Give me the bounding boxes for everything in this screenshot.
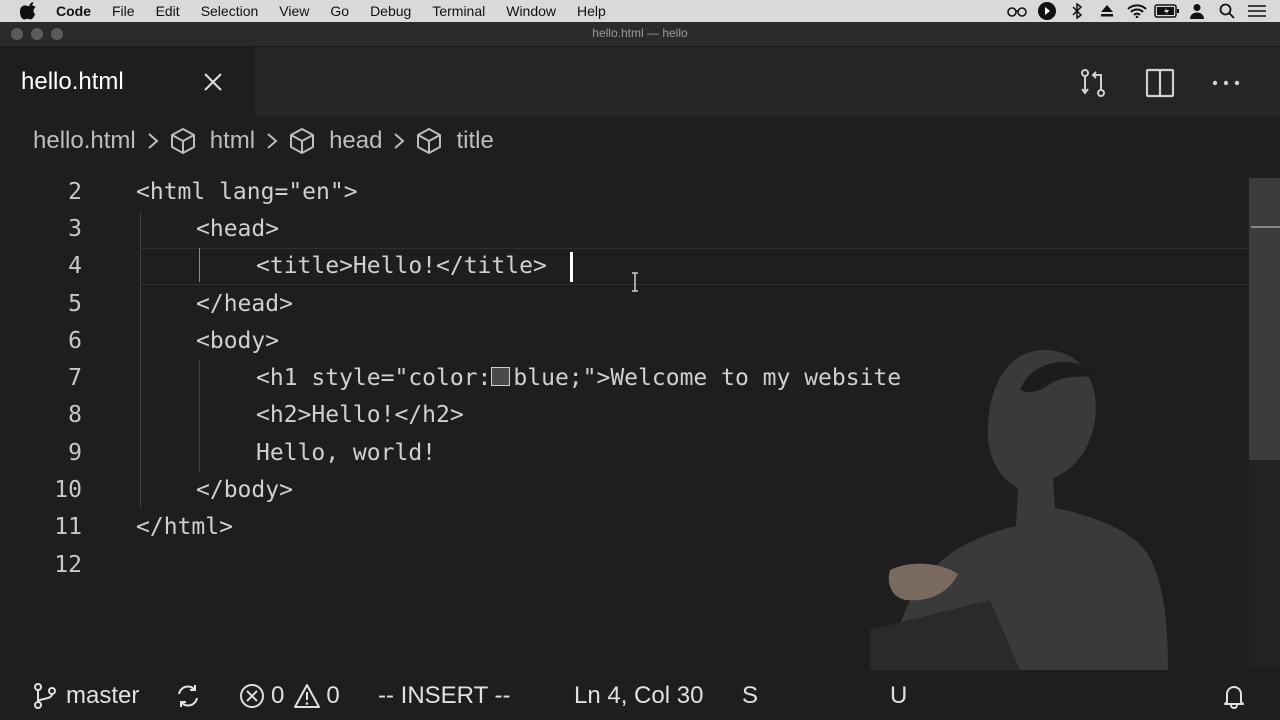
split-editor-icon[interactable]	[1144, 67, 1176, 99]
scrollbar-cursor-marker	[1251, 226, 1280, 228]
breadcrumb-label: html	[209, 127, 256, 154]
cube-icon	[170, 128, 195, 154]
scrollbar-thumb[interactable]	[1249, 178, 1280, 460]
apple-icon[interactable]	[20, 2, 38, 20]
bluetooth-icon[interactable]	[1062, 0, 1092, 22]
cube-icon	[290, 128, 315, 154]
breadcrumb-file[interactable]: hello.html	[33, 127, 136, 155]
breadcrumb-item-title[interactable]: title	[414, 126, 494, 156]
indent-guide	[140, 212, 141, 508]
window-title: hello.html — hello	[592, 26, 688, 40]
code-line[interactable]: <html lang="en">	[136, 179, 358, 205]
bell-icon	[1224, 686, 1244, 709]
line-number: 10	[54, 477, 82, 503]
branch-name: master	[66, 682, 140, 709]
status-bar: master 0 0 -- INSERT -- Ln 4, Col 30 S U	[0, 672, 1280, 720]
branch-indicator[interactable]: master	[32, 672, 139, 720]
code-line[interactable]: <h1 style="color: blue;">Welcome to my we…	[256, 365, 901, 391]
code-line[interactable]: <body>	[196, 328, 279, 354]
code-line[interactable]: <h2>Hello!</h2>	[256, 402, 464, 428]
line-number: 3	[68, 216, 82, 242]
status-item-partial[interactable]: S	[742, 672, 758, 720]
menu-help[interactable]: Help	[577, 3, 606, 19]
breadcrumb-item-head[interactable]: head	[287, 126, 382, 156]
sync-button[interactable]	[175, 672, 201, 720]
menu-edit[interactable]: Edit	[156, 3, 180, 19]
code-line[interactable]: </html>	[136, 514, 233, 540]
warning-icon	[294, 684, 321, 708]
list-icon[interactable]	[1242, 0, 1272, 22]
code-line[interactable]: </body>	[196, 477, 293, 503]
text-cursor	[570, 252, 573, 282]
menu-terminal[interactable]: Terminal	[432, 3, 485, 19]
code-text: <h1 style="color:	[256, 365, 492, 391]
warning-count: 0	[326, 682, 340, 709]
window-title-bar: hello.html — hello	[0, 22, 1280, 47]
open-changes-icon[interactable]	[1077, 67, 1109, 99]
color-swatch[interactable]	[491, 367, 511, 386]
line-number: 6	[68, 328, 82, 354]
code-text: blue;">Welcome to my website	[513, 365, 902, 391]
menu-go[interactable]: Go	[330, 3, 349, 19]
editor-tab[interactable]: hello.html	[0, 47, 255, 117]
status-item-partial[interactable]: U	[890, 672, 907, 720]
cursor-position[interactable]: Ln 4, Col 30	[574, 672, 703, 720]
line-number: 2	[68, 179, 82, 205]
battery-icon[interactable]	[1152, 0, 1182, 22]
cube-icon	[417, 128, 442, 154]
ibeam-cursor-icon	[632, 272, 638, 292]
breadcrumb: hello.html html head title	[0, 117, 1280, 165]
line-number: 11	[54, 514, 82, 540]
chevron-right-icon	[267, 133, 278, 149]
code-line[interactable]: Hello, world!	[256, 440, 436, 466]
menu-view[interactable]: View	[279, 3, 309, 19]
menu-selection[interactable]: Selection	[201, 3, 259, 19]
tab-bar: hello.html	[0, 47, 1280, 117]
menu-debug[interactable]: Debug	[370, 3, 411, 19]
line-number: 9	[68, 440, 82, 466]
sync-icon	[178, 685, 198, 707]
wifi-icon[interactable]	[1122, 0, 1152, 22]
chevron-right-icon	[148, 133, 159, 149]
indent-guide	[199, 360, 200, 472]
line-number: 8	[68, 402, 82, 428]
menubar-status-icons	[1002, 0, 1272, 22]
vim-mode: -- INSERT --	[378, 682, 511, 709]
line-number: 4	[68, 253, 82, 279]
code-line[interactable]: <head>	[196, 216, 279, 242]
error-count: 0	[271, 682, 285, 709]
error-icon	[240, 684, 264, 708]
menu-app-name[interactable]: Code	[56, 3, 91, 19]
menu-bar: Code File Edit Selection View Go Debug T…	[0, 0, 1280, 22]
play-circle-icon[interactable]	[1032, 0, 1062, 22]
problems-indicator[interactable]: 0 0	[239, 672, 340, 720]
more-actions-icon[interactable]	[1210, 67, 1242, 99]
menu-window[interactable]: Window	[506, 3, 556, 19]
git-branch-icon	[34, 683, 56, 709]
line-number: 5	[68, 291, 82, 317]
chevron-right-icon	[394, 133, 405, 149]
eject-icon[interactable]	[1092, 0, 1122, 22]
breadcrumb-label: title	[456, 127, 494, 154]
glasses-icon[interactable]	[1002, 0, 1032, 22]
search-icon[interactable]	[1212, 0, 1242, 22]
breadcrumb-item-html[interactable]: html	[168, 126, 255, 156]
menu-file[interactable]: File	[112, 3, 135, 19]
code-line[interactable]: </head>	[196, 291, 293, 317]
line-number: 7	[68, 365, 82, 391]
presenter-silhouette	[870, 350, 1168, 670]
code-line[interactable]: <title>Hello!</title>	[256, 253, 547, 279]
breadcrumb-label: head	[329, 127, 383, 154]
close-icon[interactable]	[200, 69, 226, 95]
user-icon[interactable]	[1182, 0, 1212, 22]
indent-guide	[199, 248, 200, 282]
line-number: 12	[54, 552, 82, 578]
tab-label: hello.html	[21, 68, 124, 95]
notifications-button[interactable]	[1221, 672, 1247, 720]
